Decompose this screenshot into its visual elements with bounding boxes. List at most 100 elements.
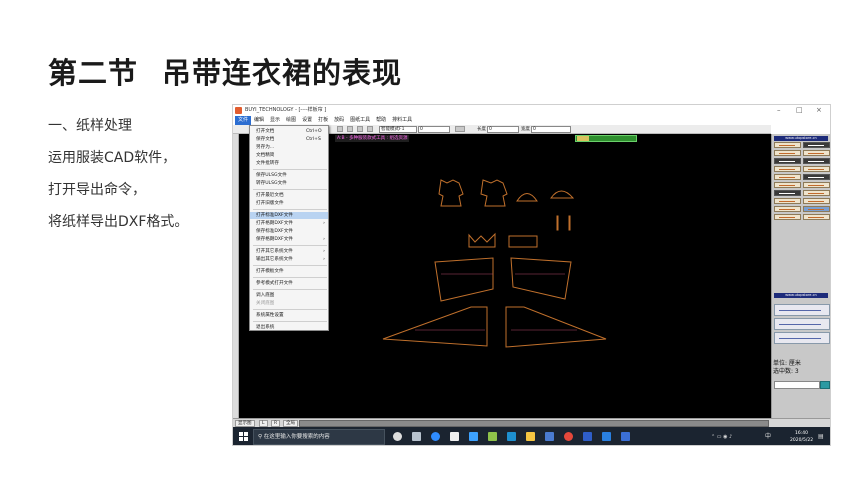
menu-item-convert-ulsg[interactable]: 转存ULSG文件 [250,180,328,187]
tool-select-icon[interactable] [337,126,343,132]
shape-tile[interactable] [803,214,830,220]
mail-icon[interactable] [507,432,516,441]
menu-pattern[interactable]: 打板 [315,116,331,125]
cad-app-icon[interactable] [488,432,497,441]
menu-paper-tools[interactable]: 图纸工具 [347,116,373,125]
tool-line-icon[interactable] [357,126,363,132]
cortana-icon[interactable] [393,432,402,441]
menu-settings[interactable]: 设置 [299,116,315,125]
store-icon[interactable] [469,432,478,441]
menu-item-save-ulsg[interactable]: 保存ULSG文件 [250,172,328,179]
shape-tile[interactable] [774,142,801,148]
status-message-area [299,420,769,427]
minimize-icon[interactable]: – [777,105,781,116]
slide-text-line: 一、纸样处理 [48,118,132,134]
mode-select[interactable]: 智能模式F1 [379,126,417,133]
shape-tile[interactable] [803,206,830,212]
input-language-indicator[interactable]: 中 [765,427,771,445]
shape-tile[interactable] [774,174,801,180]
status-bar: 显示图 L R 全局 [233,418,830,427]
tool-curve-icon[interactable] [367,126,373,132]
menu-draw[interactable]: 绘图 [283,116,299,125]
menu-item-system-settings[interactable]: 系统属性设置 [250,312,328,319]
chrome-icon[interactable] [564,432,573,441]
shape-tile[interactable] [774,190,801,196]
menu-item-save-gerber-dxf[interactable]: 保存格朗DXF文件 › [250,236,328,243]
taskbar-search-box[interactable]: ⚲ 在这里输入你要搜索的内容 [253,429,385,445]
menu-item-save-standard-dxf[interactable]: 保存标准DXF文件 [250,228,328,235]
photos-icon[interactable] [545,432,554,441]
folder-icon[interactable] [526,432,535,441]
menu-view[interactable]: 显示 [267,116,283,125]
slide-title-topic: 吊带连衣裙的表现 [162,56,403,90]
command-input[interactable] [774,381,820,389]
task-view-icon[interactable] [412,432,421,441]
shape-tile[interactable] [803,198,830,204]
curve-tile[interactable] [774,304,830,316]
submenu-arrow-icon: › [323,249,325,254]
shape-tile[interactable] [803,150,830,156]
shape-tile[interactable] [774,182,801,188]
shape-tile[interactable] [774,166,801,172]
menu-item-save-document[interactable]: 保存文档 Ctrl+S [250,136,328,143]
shape-tile[interactable] [803,190,830,196]
panel-header: www.utopstore.cn [774,136,828,141]
shape-tile[interactable] [774,206,801,212]
word-icon[interactable] [583,432,592,441]
close-icon[interactable]: × [816,105,822,116]
shape-tile[interactable] [774,150,801,156]
menu-item-load-background[interactable]: 调入底图 [250,292,328,299]
status-cell-view[interactable]: 显示图 [235,420,255,427]
shape-tile[interactable] [774,198,801,204]
menu-item-exit[interactable]: 退出系统 [250,324,328,331]
app-window-icon[interactable] [602,432,611,441]
menu-item-open-other-system[interactable]: 打开其它系统文件 › [250,248,328,255]
settings-icon[interactable] [621,432,630,441]
menu-item-open-standard-dxf[interactable]: 打开标准DXF文件 [250,212,328,219]
menu-item-open-document[interactable]: 打开文档 Ctrl+O [250,128,328,135]
pattern-piece-cup-left [516,193,538,202]
shape-tile[interactable] [803,174,830,180]
windows-start-icon[interactable] [239,432,248,441]
curve-tile[interactable] [774,332,830,344]
shape-tile[interactable] [803,182,830,188]
command-go-button[interactable] [820,381,830,389]
menu-item-open-recent[interactable]: 打开最近文档 [250,192,328,199]
menu-item-open-reference-mode[interactable]: 参考模式打开文件 [250,280,328,287]
menu-grading[interactable]: 放码 [331,116,347,125]
status-cell-left[interactable]: L [259,420,268,427]
menu-item-export-other-system[interactable]: 输出其它系统文件 › [250,256,328,263]
menu-edit[interactable]: 编辑 [251,116,267,125]
maximize-icon[interactable]: □ [796,105,803,116]
menu-item-open-legacy[interactable]: 打开旧版文件 [250,200,328,207]
menu-file[interactable]: 文件 [235,116,252,125]
shape-tile[interactable] [774,158,801,164]
toolbar-value-field[interactable]: 0 [418,126,450,133]
shape-tile[interactable] [774,214,801,220]
curve-tile[interactable] [774,318,830,330]
menu-item-simplify-document[interactable]: 文档精简 [250,152,328,159]
notification-icon[interactable]: ▤ [818,427,824,445]
file-explorer-icon[interactable] [450,432,459,441]
shape-tile[interactable] [803,142,830,148]
shape-tile[interactable] [803,166,830,172]
length-field[interactable]: 0 [487,126,519,133]
status-cell-global[interactable]: 全局 [283,420,298,427]
menu-item-open-template[interactable]: 打开模板文件 [250,268,328,275]
system-tray-icons[interactable]: ⌃ ▭ ◉ ♪ [711,427,732,445]
width-field[interactable]: 0 [531,126,571,133]
menu-help[interactable]: 帮助 [373,116,389,125]
menu-item-batch-save[interactable]: 文件批转存 [250,160,328,167]
clock-time: 16:40 [795,431,809,436]
menu-item-open-gerber-dxf[interactable]: 打开格朗DXF文件 › [250,220,328,227]
taskbar-clock[interactable]: 16:40 2020/5/22 [790,430,813,444]
edge-browser-icon[interactable] [431,432,440,441]
shape-tile[interactable] [803,158,830,164]
ruler-icon[interactable] [455,126,465,132]
menu-item-save-as[interactable]: 另存为... [250,144,328,151]
status-cell-right[interactable]: R [271,420,281,427]
slide-text-line: 运用服装CAD软件， [48,150,177,166]
window-title: BUYI_TECHNOLOGY - [----样板帘 ] [245,107,327,113]
tool-point-icon[interactable] [347,126,353,132]
menu-marker-tools[interactable]: 排料工具 [389,116,415,125]
